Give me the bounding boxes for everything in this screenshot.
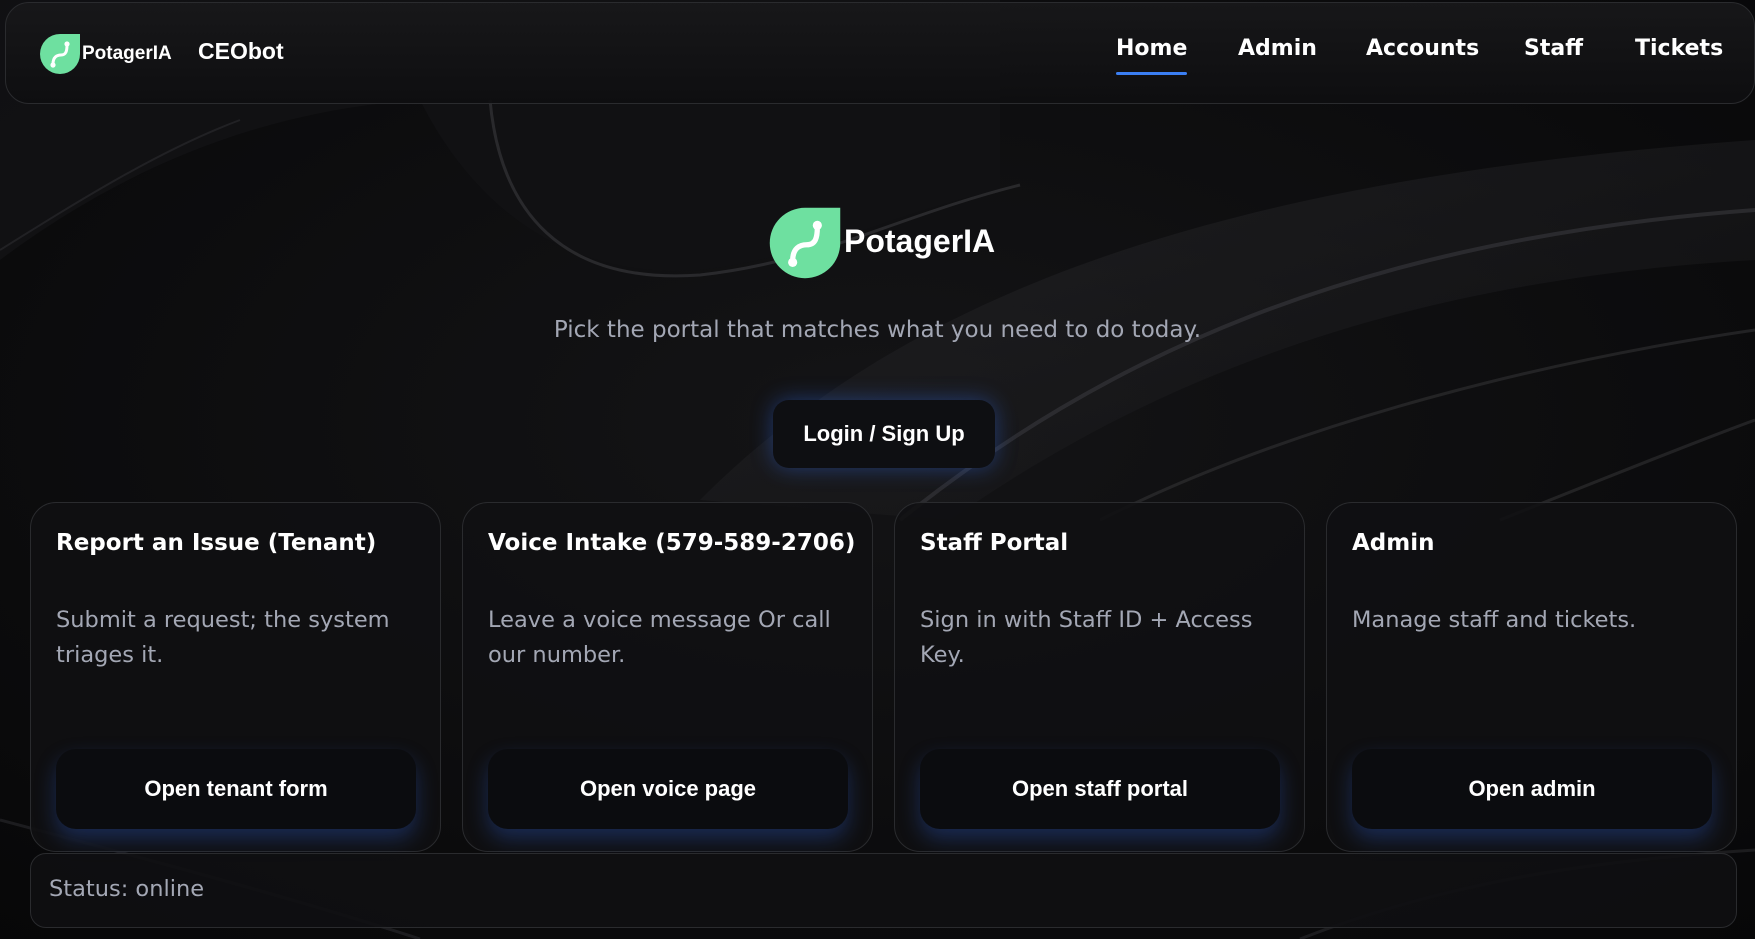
open-staff-portal-button[interactable]: Open staff portal — [920, 749, 1280, 829]
card-description: Submit a request; the system triages it. — [56, 607, 390, 668]
app-name: CEObot — [198, 38, 284, 64]
card-description: Sign in with Staff ID + Access Key. — [920, 607, 1253, 668]
card-staff: Staff Portal Sign in with Staff ID + Acc… — [894, 502, 1305, 852]
brand-name: PotagerIA — [82, 43, 172, 64]
nav-home[interactable]: Home — [1116, 36, 1188, 75]
open-voice-page-button[interactable]: Open voice page — [488, 749, 848, 829]
open-tenant-form-button[interactable]: Open tenant form — [56, 749, 416, 829]
card-description: Leave a voice message Or call our number… — [488, 607, 831, 668]
card-title: Admin — [1352, 530, 1435, 556]
nav-tickets[interactable]: Tickets — [1635, 36, 1723, 61]
nav-staff[interactable]: Staff — [1524, 36, 1583, 61]
card-voice: Voice Intake (579-589-2706) Leave a voic… — [462, 502, 873, 852]
nav-accounts[interactable]: Accounts — [1366, 36, 1479, 61]
card-title: Staff Portal — [920, 530, 1069, 556]
card-title: Voice Intake (579-589-2706) — [488, 530, 856, 556]
hero-brand: PotagerIA — [768, 206, 995, 280]
top-nav-bar: PotagerIA CEObot — [5, 2, 1755, 104]
leaf-sprout-icon — [769, 207, 841, 279]
status-bar: Status: online — [30, 853, 1737, 928]
hero-title: PotagerIA — [844, 222, 996, 259]
leaf-sprout-icon — [40, 34, 80, 74]
login-signup-button[interactable]: Login / Sign Up — [773, 400, 995, 468]
status-text: Status: online — [49, 876, 205, 902]
nav-admin[interactable]: Admin — [1238, 36, 1317, 61]
brand-logo-link[interactable]: PotagerIA — [39, 33, 172, 75]
hero-tagline: Pick the portal that matches what you ne… — [553, 317, 1202, 343]
open-admin-button[interactable]: Open admin — [1352, 749, 1712, 829]
card-description: Manage staff and tickets. — [1352, 607, 1637, 633]
card-admin: Admin Manage staff and tickets. Open adm… — [1326, 502, 1737, 852]
card-tenant: Report an Issue (Tenant) Submit a reques… — [30, 502, 441, 852]
card-title: Report an Issue (Tenant) — [56, 530, 377, 556]
